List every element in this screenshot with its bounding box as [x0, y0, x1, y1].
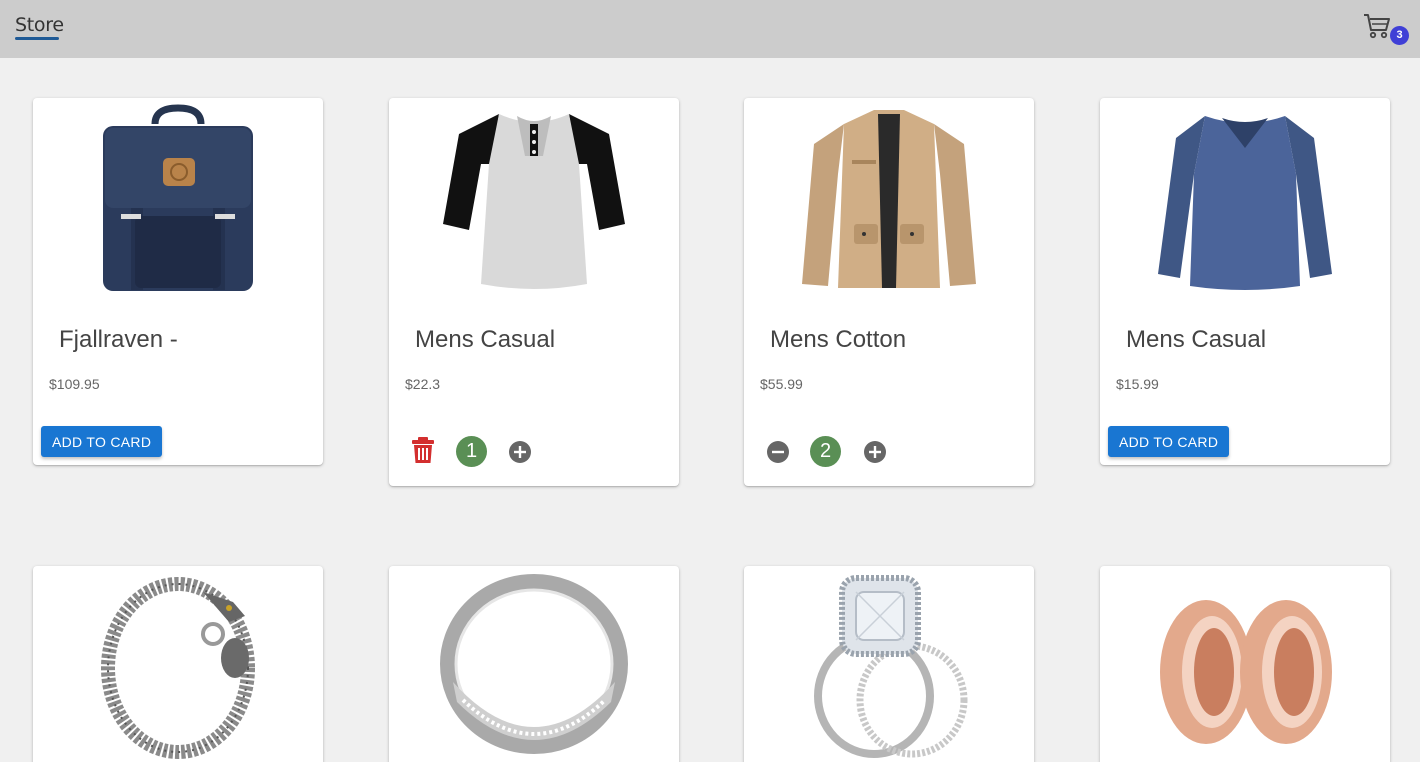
minus-circle-icon[interactable]	[766, 440, 790, 464]
quantity-controls: 2	[764, 436, 1014, 468]
product-image	[389, 566, 679, 762]
rose-gold-plugs-image	[1160, 600, 1332, 744]
product-card	[389, 566, 679, 762]
product-image	[33, 98, 323, 298]
cart-button[interactable]: 3	[1362, 12, 1410, 48]
product-price: $22.3	[405, 376, 441, 392]
product-card	[1100, 566, 1390, 762]
longsleeve-shirt-image	[1158, 116, 1332, 290]
product-image	[389, 98, 679, 298]
product-title: Mens Casual	[415, 326, 556, 353]
store-brand-link[interactable]: Store	[15, 14, 64, 36]
product-image	[744, 566, 1034, 762]
cart-count-badge: 3	[1390, 26, 1409, 45]
product-image	[1100, 98, 1390, 298]
backpack-image	[103, 104, 253, 291]
shopping-cart-icon	[1364, 14, 1390, 39]
quantity-badge: 1	[456, 436, 487, 467]
diamond-ring-image	[814, 575, 968, 758]
raglan-tshirt-image	[443, 114, 625, 289]
product-title: Mens Casual	[1126, 326, 1267, 353]
product-title: Mens Cotton	[770, 326, 907, 353]
quantity-badge: 2	[810, 436, 841, 467]
product-card	[744, 566, 1034, 762]
product-card: Mens Cotton $55.99 2	[744, 98, 1034, 486]
silver-ring-image	[440, 574, 628, 754]
jacket-image	[802, 110, 976, 288]
product-image	[1100, 566, 1390, 762]
product-image	[744, 98, 1034, 298]
quantity-controls: 1	[409, 436, 659, 468]
product-price: $55.99	[760, 376, 803, 392]
top-navbar: Store 3	[0, 0, 1420, 58]
product-card: Mens Casual $15.99 ADD TO CARD	[1100, 98, 1390, 465]
add-to-cart-button[interactable]: ADD TO CARD	[1108, 426, 1230, 457]
dragon-bracelet-image	[101, 577, 255, 759]
product-card	[33, 566, 323, 762]
trash-icon[interactable]	[411, 436, 435, 464]
product-price: $109.95	[49, 376, 100, 392]
product-card: Mens Casual $22.3 1	[389, 98, 679, 486]
plus-circle-icon[interactable]	[508, 440, 532, 464]
product-image	[33, 566, 323, 762]
add-to-cart-button[interactable]: ADD TO CARD	[41, 426, 163, 457]
brand-active-indicator	[15, 37, 59, 40]
product-price: $15.99	[1116, 376, 1159, 392]
product-card: Fjallraven - $109.95 ADD TO CARD	[33, 98, 323, 465]
product-title: Fjallraven -	[59, 326, 178, 353]
plus-circle-icon[interactable]	[863, 440, 887, 464]
